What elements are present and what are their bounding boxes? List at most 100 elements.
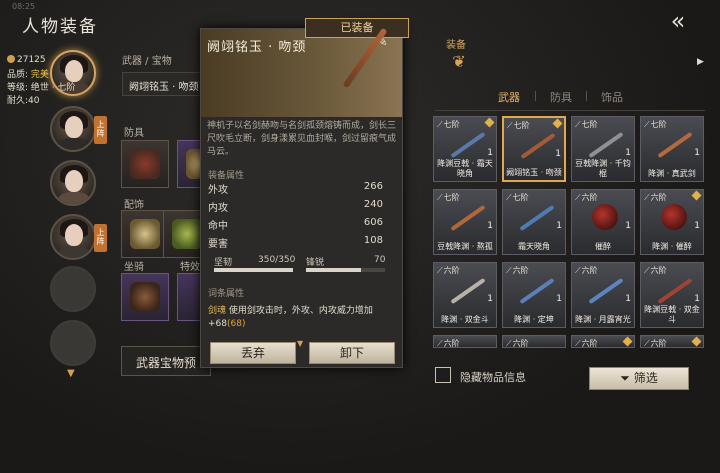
equipped-mark-icon (691, 336, 702, 347)
equipped-mark-icon (484, 117, 495, 128)
item-art (520, 132, 556, 160)
item-count: 1 (487, 294, 493, 304)
chevron-right-icon[interactable]: ▶ (697, 57, 704, 67)
chevron-down-icon: ▼ (297, 339, 304, 348)
character-portrait-4[interactable] (50, 214, 96, 260)
hide-info-checkbox[interactable] (435, 367, 451, 383)
tab-divider (535, 91, 536, 101)
item-name: 阙翊铭玉 · 吻颈 (506, 168, 562, 177)
item-art (592, 204, 618, 230)
tooltip-description: 神机子以名剑赫吻与名剑孤颈熔铸而成，剑长三尺吹毛立断，剑身漾累见血封喉，剑过留痕… (207, 121, 397, 157)
item-card[interactable]: 七阶 1降渊豆戟 · 霜天晓角 (433, 116, 497, 182)
item-name: 降渊 · 真武剑 (648, 169, 696, 178)
tooltip-price: 27125 (7, 55, 46, 65)
stat-row: 外攻 266 (208, 181, 383, 196)
item-card[interactable]: 七阶 1 霜天晓角 (502, 189, 566, 255)
item-count: 1 (625, 294, 631, 304)
weapon-preview-button[interactable]: 武器宝物预 (121, 346, 211, 376)
item-card[interactable]: 七阶 1 豆戟降渊 · 熬孤 (433, 189, 497, 255)
sharp-label: 锋锐 (306, 258, 325, 268)
item-name: 降渊豆戟 · 双金斗 (644, 305, 700, 324)
stat-row: 内攻 240 (208, 199, 383, 214)
item-card[interactable]: 六阶 (433, 335, 497, 348)
equipped-badge: 已装备 (305, 18, 409, 38)
item-card[interactable]: 六阶 1 降渊 · 双金斗 (433, 262, 497, 328)
tab-weapon[interactable]: 武器 (498, 89, 520, 105)
item-count: 1 (556, 294, 562, 304)
mount-slot[interactable] (121, 273, 169, 321)
item-count: 1 (694, 148, 700, 158)
item-card[interactable]: 七阶 1 降渊 · 真武剑 (640, 116, 704, 182)
weapon-slot[interactable]: 阙翊铭玉 · 吻颈 (122, 72, 210, 96)
special-slot[interactable] (177, 273, 201, 321)
item-name: 降渊豆戟 · 霜天晓角 (437, 159, 493, 178)
item-card[interactable]: 七阶 1 阙翊铭玉 · 吻颈 (502, 116, 566, 182)
character-portrait-empty[interactable] (50, 320, 96, 366)
item-art (519, 204, 555, 232)
item-tier: 七阶 (644, 119, 667, 130)
item-count: 1 (487, 148, 493, 158)
item-tier: 六阶 (575, 338, 598, 347)
item-tier: 七阶 (575, 119, 598, 130)
tab-accessory[interactable]: 饰品 (601, 89, 623, 105)
equip-header: 装备 (446, 40, 466, 51)
filter-icon: ⏷ (620, 371, 630, 385)
item-card[interactable]: 六阶 1 降渊 · 月露宵光 (571, 262, 635, 328)
toughness-value: 350/350 (258, 255, 296, 265)
item-count: 1 (625, 148, 631, 158)
filter-button[interactable]: ⏷ 筛选 (589, 367, 689, 390)
item-count: 1 (694, 221, 700, 231)
tooltip-durability: 耐久:40 (7, 96, 40, 106)
item-count: 1 (556, 221, 562, 231)
item-tier: 六阶 (575, 265, 598, 276)
lineup-badge: 上阵 (94, 116, 107, 144)
item-card[interactable]: 六阶 1降渊豆戟 · 双金斗 (640, 262, 704, 328)
back-button[interactable]: « (658, 8, 698, 36)
item-tier: 六阶 (575, 192, 598, 203)
item-count: 1 (694, 294, 700, 304)
stat-row: 命中 606 (208, 217, 383, 232)
page-title: 人物装备 (22, 17, 98, 37)
item-art (588, 277, 624, 305)
coin-icon (7, 55, 15, 63)
item-art (519, 277, 555, 305)
item-name: 降渊 · 定坤 (514, 315, 554, 324)
accessory-slot-1[interactable] (121, 210, 169, 258)
item-tier: 六阶 (644, 265, 667, 276)
unequip-button[interactable]: 卸下 (309, 342, 395, 364)
item-card[interactable]: 六阶 (502, 335, 566, 348)
tab-armor[interactable]: 防具 (550, 89, 572, 105)
item-tier: 六阶 (644, 338, 667, 347)
armor-section-label: 防具 (124, 128, 144, 139)
item-card[interactable]: 七阶 1豆戟降渊 · 千钧棍 (571, 116, 635, 182)
item-card[interactable]: 六阶 1 催醉 (571, 189, 635, 255)
item-card[interactable]: 六阶 (640, 335, 704, 348)
item-tier: 七阶 (437, 192, 460, 203)
item-art (657, 131, 693, 159)
item-card[interactable]: 六阶 1 降渊 · 定坤 (502, 262, 566, 328)
lineup-badge: 上阵 (94, 224, 107, 252)
tooltip-item-name: 阙翊铭玉 · 吻颈 (207, 40, 307, 55)
equip-emblem-icon: ❦ (452, 52, 466, 71)
sharp-bar (306, 268, 385, 272)
item-tier: 七阶 (437, 119, 460, 130)
tab-divider (586, 91, 587, 101)
item-art (657, 277, 693, 305)
item-name: 催醉 (595, 242, 611, 251)
armor-slot-1[interactable] (121, 140, 169, 188)
character-portrait-empty[interactable] (50, 266, 96, 312)
item-art (450, 277, 486, 305)
item-tier: 六阶 (437, 265, 460, 276)
tab-underline (435, 110, 705, 111)
chevron-down-icon[interactable]: ▼ (67, 368, 75, 379)
discard-button[interactable]: 丢弃 (210, 342, 296, 364)
character-portrait-3[interactable] (50, 160, 96, 206)
item-card[interactable]: 六阶 (571, 335, 635, 348)
effect-section-title: 词条属性 (208, 289, 245, 299)
character-portrait-2[interactable] (50, 106, 96, 152)
mount-section-label: 坐骑 (124, 262, 144, 273)
item-card[interactable]: 六阶 1 降渊 · 催醉 (640, 189, 704, 255)
hide-info-label: 隐藏物品信息 (460, 371, 526, 384)
item-count: 1 (625, 221, 631, 231)
equipped-mark-icon (622, 336, 633, 347)
